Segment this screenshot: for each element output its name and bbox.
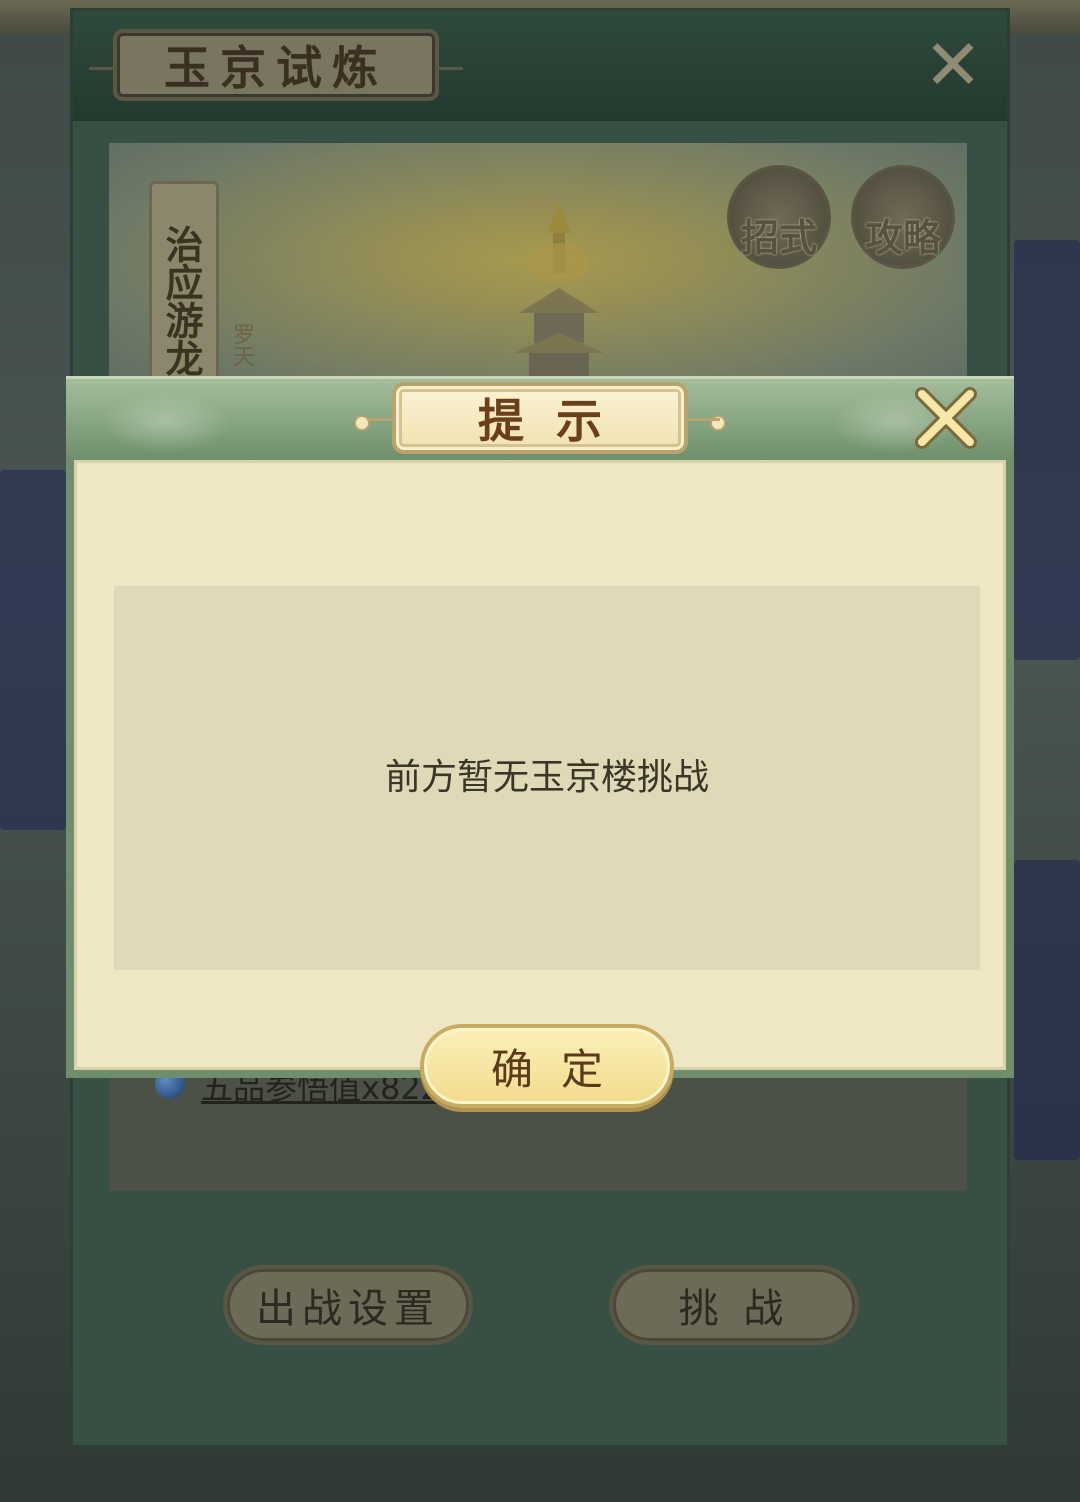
guide-button[interactable]: 攻略 — [851, 165, 955, 269]
hint-dialog: 前方暂无玉京楼挑战 确定 提示 — [66, 376, 1014, 1108]
deploy-settings-label: 出战设置 — [256, 1286, 440, 1332]
dialog-title-plaque: 提示 — [354, 382, 726, 454]
dialog-title: 提示 — [478, 394, 634, 448]
confirm-button[interactable]: 确定 — [420, 1024, 674, 1108]
skills-button-label: 招式 — [740, 215, 817, 260]
trial-banner: 治应游龙 罗天 招式 攻略 — [109, 143, 967, 403]
background-building-left — [0, 470, 66, 830]
skills-button[interactable]: 招式 — [727, 165, 831, 269]
dialog-body: 前方暂无玉京楼挑战 确定 — [66, 460, 1014, 1108]
guide-button-label: 攻略 — [864, 215, 941, 260]
challenge-label: 挑 战 — [678, 1286, 790, 1332]
leaf-decoration-icon — [96, 389, 236, 455]
background-building-right-lower — [1014, 860, 1080, 1160]
close-icon[interactable] — [914, 386, 978, 450]
message-box: 前方暂无玉京楼挑战 — [114, 586, 980, 970]
banner-sub-name: 罗天 — [229, 323, 254, 367]
challenge-button[interactable]: 挑 战 — [609, 1265, 859, 1345]
panel-title-plaque: 玉京试炼 — [89, 29, 463, 101]
panel-close-icon[interactable]: ✕ — [921, 30, 985, 100]
plaque-knob-icon — [354, 415, 370, 431]
plaque-knob-icon — [710, 415, 726, 431]
background-building-right — [1014, 240, 1080, 660]
dialog-message: 前方暂无玉京楼挑战 — [384, 757, 709, 798]
banner-side-plaque: 治应游龙 — [149, 181, 219, 403]
panel-title: 玉京试炼 — [164, 41, 388, 95]
pagoda-tower-icon — [514, 203, 604, 403]
deploy-settings-button[interactable]: 出战设置 — [223, 1265, 473, 1345]
confirm-button-label: 确定 — [490, 1044, 631, 1094]
panel-header: 玉京试炼 ✕ — [73, 11, 1007, 121]
